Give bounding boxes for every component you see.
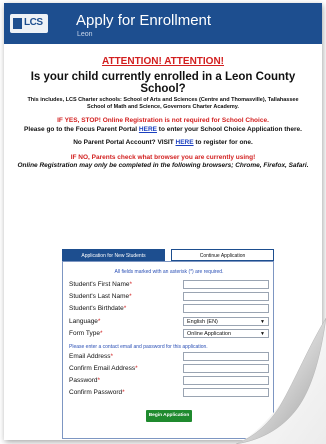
email-label-text: Email Address <box>69 353 111 360</box>
no-portal-suffix: to register for one. <box>193 139 253 146</box>
required-asterisk: * <box>99 330 103 337</box>
lcs-logo: LCS <box>10 14 48 33</box>
goto-suffix: to enter your School Choice Application … <box>156 126 302 133</box>
form-type-label: Form Type* <box>69 330 102 337</box>
last-name-label: Student's Last Name* <box>69 293 132 300</box>
required-asterisk: * <box>122 389 125 396</box>
birthdate-label: Student's Birthdate* <box>69 305 126 312</box>
begin-application-button[interactable]: Begin Application <box>146 410 192 422</box>
birthdate-label-text: Student's Birthdate <box>69 305 124 312</box>
email-label: Email Address* <box>69 353 113 360</box>
required-asterisk: * <box>110 353 114 360</box>
parent-portal-link[interactable]: HERE <box>139 126 157 133</box>
password-label-text: Password <box>69 377 98 384</box>
language-label: Language* <box>69 318 100 325</box>
charter-schools-note: This includes, LCS Charter schools: Scho… <box>27 97 299 110</box>
birthdate-row: Student's Birthdate* <box>69 304 269 314</box>
required-fields-note: All fields marked with an asterisk (*) a… <box>114 269 224 275</box>
required-asterisk: * <box>123 305 127 312</box>
logo-text: LCS <box>24 17 43 28</box>
required-asterisk: * <box>135 365 138 372</box>
form-type-label-text: Form Type <box>69 330 100 337</box>
application-tabs: Application for New Students Continue Ap… <box>62 249 274 261</box>
required-asterisk: * <box>97 377 101 384</box>
register-portal-link[interactable]: HERE <box>176 139 194 146</box>
confirm-email-label-text: Confirm Email Address <box>69 365 136 372</box>
language-label-text: Language <box>69 318 98 325</box>
no-portal-prefix: No Parent Portal Account? VISIT <box>73 139 176 146</box>
goto-prefix: Please go to the Focus Parent Portal <box>24 126 139 133</box>
confirm-password-label: Confirm Password* <box>69 389 125 396</box>
first-name-input[interactable] <box>183 280 269 289</box>
required-asterisk: * <box>129 281 133 288</box>
page-header: LCS Apply for Enrollment Leon <box>4 3 322 44</box>
contact-note: Please enter a contact email and passwor… <box>69 344 208 350</box>
required-asterisk: * <box>129 293 132 300</box>
password-label: Password* <box>69 377 100 384</box>
supported-browsers-note: Online Registration may only be complete… <box>17 162 309 169</box>
last-name-label-text: Student's Last Name <box>69 293 130 300</box>
language-value: English (EN) <box>187 319 218 325</box>
if-yes-warning: IF YES, STOP! Online Registration is not… <box>57 117 269 124</box>
logo-block <box>13 18 22 29</box>
first-name-label-text: Student's First Name <box>69 281 130 288</box>
required-asterisk: * <box>97 318 101 325</box>
parent-portal-instruction: Please go to the Focus Parent Portal HER… <box>14 126 312 134</box>
page-title: Apply for Enrollment <box>76 12 212 29</box>
page-subtitle: Leon <box>77 31 93 38</box>
page-curl-graphic <box>236 318 326 444</box>
first-name-label: Student's First Name* <box>69 281 132 288</box>
confirm-password-label-text: Confirm Password <box>69 389 123 396</box>
no-portal-instruction: No Parent Portal Account? VISIT HERE to … <box>14 139 312 146</box>
confirm-email-label: Confirm Email Address* <box>69 365 138 372</box>
last-name-row: Student's Last Name* <box>69 292 269 302</box>
birthdate-input[interactable] <box>183 304 269 313</box>
notice-section: ATTENTION! ATTENTION! Is your child curr… <box>14 56 312 170</box>
if-no-warning: IF NO, Parents check what browser you ar… <box>70 154 256 161</box>
last-name-input[interactable] <box>183 292 269 301</box>
form-type-value: Online Application <box>187 331 232 337</box>
enrollment-question: Is your child currently enrolled in a Le… <box>30 71 296 95</box>
tab-new-students[interactable]: Application for New Students <box>62 249 165 261</box>
first-name-row: Student's First Name* <box>69 280 269 290</box>
attention-heading: ATTENTION! ATTENTION! <box>101 56 225 67</box>
tab-continue-application[interactable]: Continue Application <box>171 249 274 261</box>
